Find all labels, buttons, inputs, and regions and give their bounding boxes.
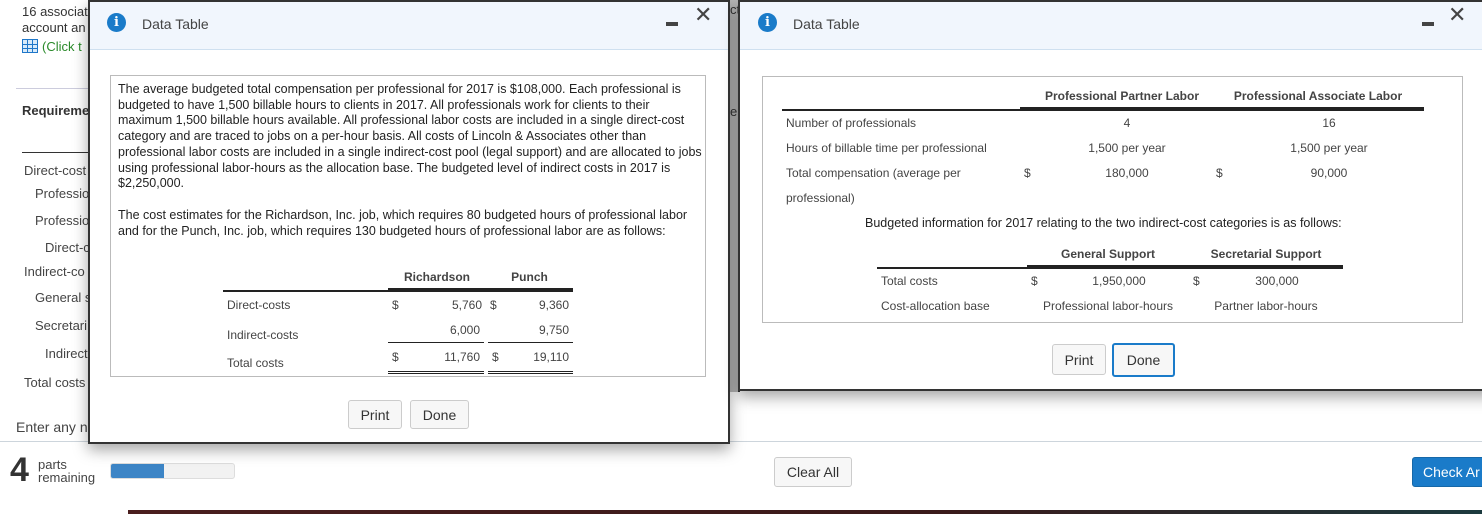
done-button[interactable]: Done: [1112, 343, 1175, 377]
print-button[interactable]: Print: [1052, 344, 1106, 375]
clear-all-button[interactable]: Clear All: [774, 457, 852, 487]
budget-intro-text: Budgeted information for 2017 relating t…: [865, 216, 1342, 230]
col-header-secretarial-support: Secretarial Support: [1189, 247, 1343, 267]
req-row-secretarial: Secretari: [35, 318, 88, 333]
req-row-direct-costs: Direct-cost: [24, 163, 87, 178]
labor-table: Professional Partner Labor Professional …: [782, 89, 1424, 210]
table-row: Total costs $ 1,950,000 $ 300,000: [881, 274, 1299, 288]
table-row: professional): [786, 190, 855, 205]
close-icon[interactable]: ✕: [694, 5, 712, 27]
table-row: Direct-costs $ 5,760 $ 9,360: [227, 298, 569, 312]
intro-text-line2: account an: [22, 20, 86, 35]
col-header-associate-labor: Professional Associate Labor: [1212, 89, 1424, 109]
description-paragraph-2: The cost estimates for the Richardson, I…: [118, 208, 688, 238]
req-row-direct-subtotal: Direct-c: [45, 240, 90, 255]
description-paragraph-1: The average budgeted total compensation …: [118, 82, 702, 191]
parts-remaining-count: 4: [10, 451, 29, 489]
dialog-content: The average budgeted total compensation …: [110, 75, 706, 377]
req-row-professional-2: Professio: [35, 213, 90, 228]
job-cost-table: Richardson Punch Direct-costs $ 5,760 $ …: [223, 270, 573, 374]
data-table-link-text: (Click t: [42, 39, 82, 54]
print-button[interactable]: Print: [348, 400, 402, 429]
dialog-title: Data Table: [142, 16, 209, 32]
table-row: Total costs $ 11,760 $ 19,110: [223, 342, 573, 374]
req-row-indirect-costs: Indirect-co: [24, 264, 85, 279]
indirect-cost-table: General Support Secretarial Support Tota…: [877, 247, 1343, 318]
parts-remaining-label: parts remaining: [38, 457, 96, 485]
dialog-header: i Data Table ✕: [740, 2, 1482, 50]
minimize-icon[interactable]: [666, 22, 678, 26]
data-table-link[interactable]: (Click t: [22, 39, 82, 54]
col-header-richardson: Richardson: [388, 270, 486, 290]
req-row-total-costs: Total costs: [24, 375, 86, 390]
table-row: Number of professionals 4 16: [786, 116, 1336, 130]
dialog-header: i Data Table ✕: [90, 2, 728, 50]
table-grid-icon: [22, 39, 38, 53]
data-table-dialog-right: i Data Table ✕ Professional Partner Labo…: [738, 0, 1482, 391]
info-icon: i: [107, 13, 126, 32]
done-button[interactable]: Done: [410, 400, 469, 429]
table-row: Total compensation (average per $ 180,00…: [786, 165, 1348, 180]
enter-prompt: Enter any n: [16, 419, 88, 435]
progress-fill: [111, 464, 164, 478]
req-row-indirect-subtotal: Indirect: [45, 346, 88, 361]
table-row: Cost-allocation base Professional labor-…: [881, 298, 1318, 313]
dialog-title: Data Table: [793, 16, 860, 32]
col-header-general-support: General Support: [1027, 247, 1189, 267]
table-row: Indirect-costs 6,000 9,750: [223, 318, 573, 343]
col-header-punch: Punch: [486, 270, 573, 290]
data-table-dialog-left: i Data Table ✕ The average budgeted tota…: [88, 0, 730, 444]
intro-text-line1: 16 associat: [22, 4, 88, 19]
dialog-content: Professional Partner Labor Professional …: [762, 76, 1463, 323]
requirements-label: Requireme: [22, 103, 90, 118]
minimize-icon[interactable]: [1422, 22, 1434, 26]
check-answer-button[interactable]: Check Ar: [1412, 457, 1482, 487]
req-row-general-support: General s: [35, 290, 92, 305]
footer-strip: [128, 510, 1482, 514]
col-header-partner-labor: Professional Partner Labor: [1020, 89, 1212, 109]
req-row-professional-1: Professio: [35, 186, 90, 201]
info-icon: i: [758, 13, 777, 32]
progress-bar: [110, 463, 235, 479]
close-icon[interactable]: ✕: [1448, 5, 1466, 27]
table-row: Hours of billable time per professional …: [786, 140, 1368, 155]
